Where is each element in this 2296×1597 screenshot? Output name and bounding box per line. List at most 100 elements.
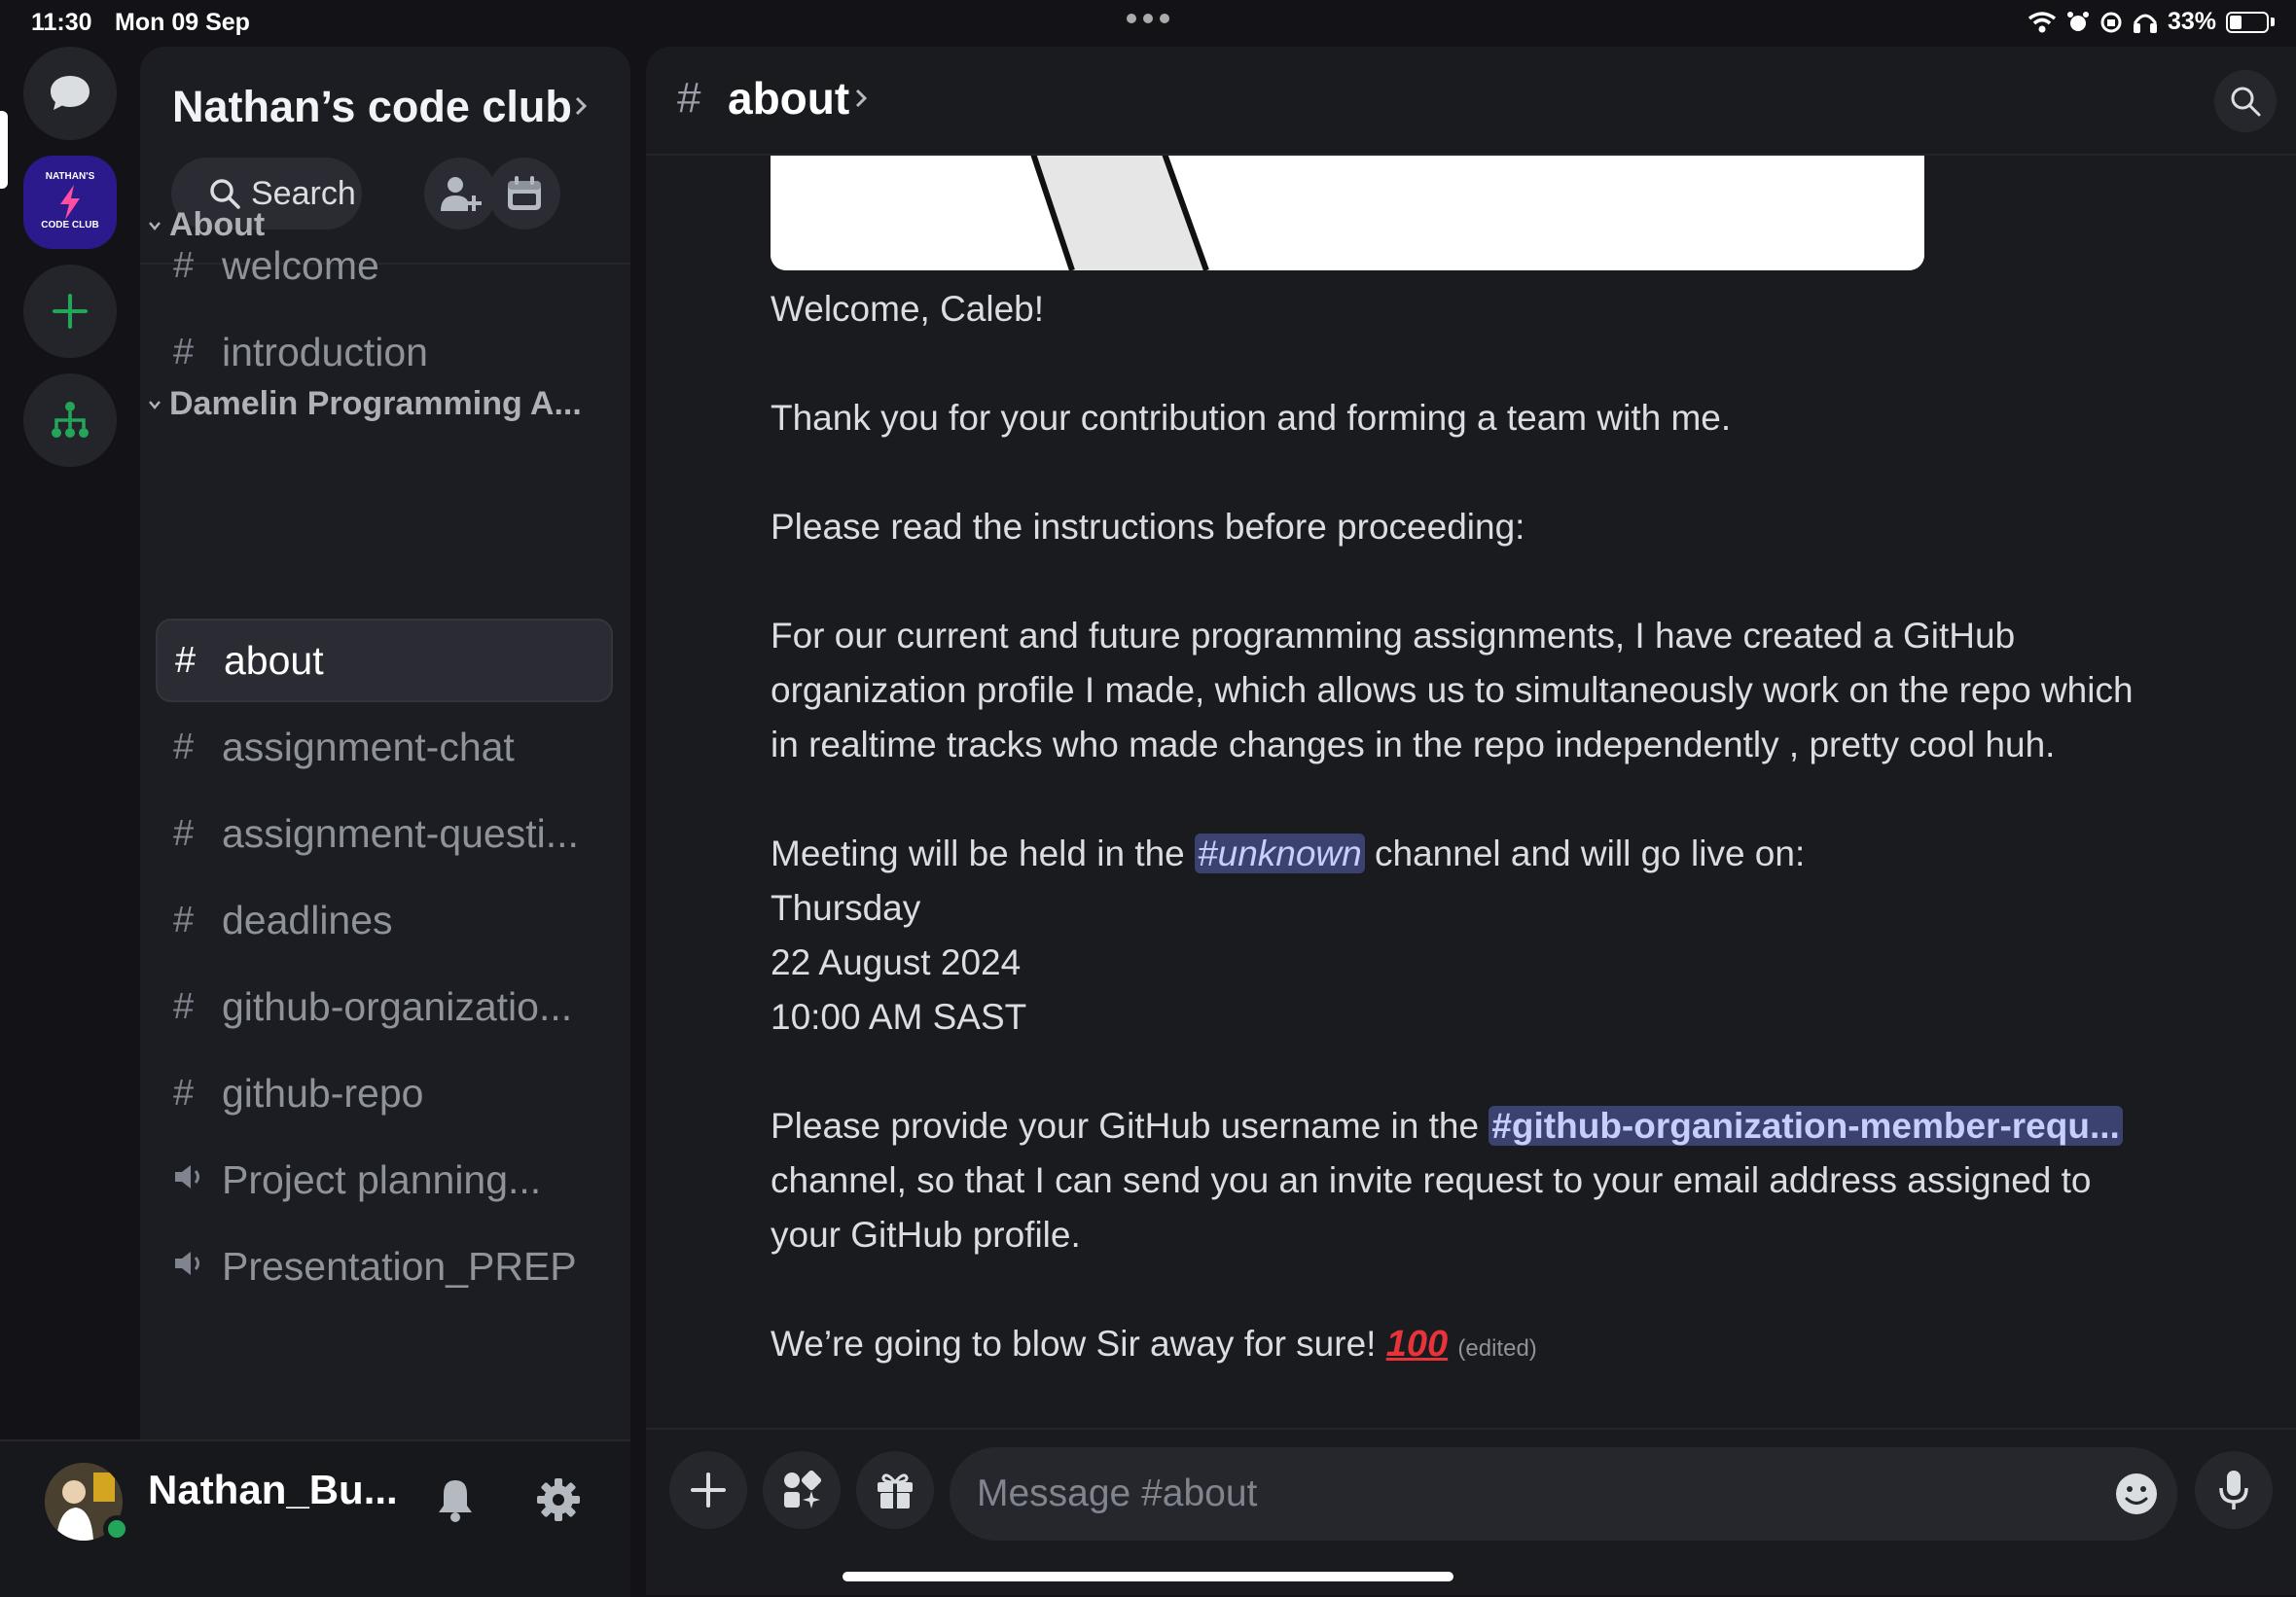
channel-label: introduction	[222, 329, 428, 374]
message-line: organization profile I made, which allow…	[771, 670, 2134, 710]
home-indicator[interactable]	[843, 1572, 1453, 1581]
message-line: 10:00 AM SAST	[771, 997, 1027, 1037]
server-name[interactable]: Nathan’s code club	[172, 82, 572, 132]
channel-label: assignment-chat	[222, 724, 515, 769]
edited-label: (edited)	[1457, 1335, 1537, 1362]
search-icon	[210, 179, 240, 209]
hundred-points-emoji: 100	[1385, 1324, 1449, 1365]
hash-icon: #	[677, 74, 701, 122]
message-line: your GitHub profile.	[771, 1215, 1081, 1255]
online-status-indicator	[103, 1515, 130, 1543]
attach-button[interactable]	[669, 1451, 747, 1529]
chevron-down-icon	[149, 400, 161, 409]
message-line: channel, so that I can send you an invit…	[771, 1160, 2092, 1200]
channel-welcome[interactable]: # welcome	[156, 224, 613, 307]
voice-channel-project-planning[interactable]: Project planning...	[156, 1138, 613, 1222]
voice-channel-presentation-prep[interactable]: Presentation_PREP	[156, 1224, 613, 1308]
channel-deadlines[interactable]: # deadlines	[156, 878, 613, 962]
chevron-right-icon[interactable]	[574, 95, 588, 117]
message-line: Thank you for your contribution and form…	[771, 398, 1732, 438]
message-line: Please provide your GitHub username in t…	[771, 1099, 2274, 1153]
channel-label: assignment-questi...	[222, 810, 579, 856]
server-logo-text-top: NATHAN'S	[45, 171, 95, 182]
category-damelin-programming[interactable]: Damelin Programming A...	[148, 385, 582, 423]
hash-icon: #	[175, 639, 197, 681]
active-server-indicator	[0, 111, 8, 189]
voice-message-button[interactable]	[2195, 1451, 2273, 1529]
channel-github-repo[interactable]: # github-repo	[156, 1051, 613, 1135]
battery-icon	[2226, 11, 2269, 33]
search-messages-button[interactable]	[2214, 70, 2277, 132]
alarm-icon	[2066, 11, 2089, 31]
add-user-icon	[441, 177, 482, 211]
chat-bubble-icon	[51, 76, 90, 110]
channel-assignment-chat[interactable]: # assignment-chat	[156, 705, 613, 789]
hash-icon: #	[173, 726, 195, 767]
message-line: Thursday	[771, 888, 921, 928]
apps-icon	[784, 1470, 822, 1508]
message-line: For our current and future programming a…	[771, 616, 2016, 656]
channel-label: welcome	[222, 242, 379, 288]
message-input[interactable]: Message #about	[950, 1447, 2177, 1541]
username[interactable]: Nathan_Bu...	[148, 1467, 398, 1513]
message-composer: Message #about	[646, 1428, 2296, 1595]
rotation-lock-icon	[2100, 12, 2122, 32]
direct-messages-button[interactable]	[23, 47, 117, 140]
channel-label: github-organizatio...	[222, 983, 573, 1029]
channel-header: # about	[646, 47, 2296, 156]
emoji-icon[interactable]	[2113, 1471, 2160, 1517]
gear-icon[interactable]	[535, 1476, 582, 1523]
hash-icon: #	[173, 244, 195, 286]
hash-icon: #	[173, 331, 195, 373]
microphone-icon	[2219, 1471, 2248, 1509]
chevron-right-icon[interactable]	[854, 88, 868, 109]
channel-mention-unknown[interactable]: #unknown	[1195, 834, 1365, 873]
channel-sidebar: Nathan’s code club Search About # welcom	[140, 47, 630, 1439]
status-date: Mon 09 Sep	[115, 9, 250, 36]
channel-label: about	[224, 637, 324, 683]
calendar-icon	[508, 176, 541, 210]
channel-label: deadlines	[222, 897, 393, 942]
discover-servers-button[interactable]	[23, 373, 117, 467]
channel-about[interactable]: # about	[156, 619, 613, 702]
message-line: Please read the instructions before proc…	[771, 507, 1525, 547]
server-rail: NATHAN'S CODE CLUB	[0, 47, 140, 1439]
invite-members-button[interactable]	[424, 158, 496, 230]
message-line: Welcome, Caleb!	[771, 289, 1045, 329]
hash-icon: #	[173, 812, 195, 854]
meeting-suffix: channel and will go live on:	[1375, 834, 1806, 873]
message-image-attachment[interactable]	[771, 154, 1924, 270]
add-server-button[interactable]	[23, 265, 117, 358]
hash-icon: #	[173, 1072, 195, 1114]
message-placeholder: Message #about	[977, 1473, 1258, 1514]
message-content: Welcome, Caleb! Thank you for your contr…	[771, 282, 2274, 1376]
headphones-icon	[2133, 14, 2157, 33]
channel-mention-github-organization[interactable]: #github-organization-member-requ...	[1489, 1106, 2123, 1146]
channel-title[interactable]: about	[728, 72, 849, 124]
gift-button[interactable]	[856, 1451, 934, 1529]
channel-introduction[interactable]: # introduction	[156, 310, 613, 394]
channel-github-organization[interactable]: # github-organizatio...	[156, 965, 613, 1048]
battery-percent: 33%	[2167, 8, 2216, 35]
multitasking-dots-icon[interactable]	[1125, 12, 1171, 25]
chat-area: # about Welcome, Caleb! Thank you for yo…	[646, 47, 2296, 1595]
channel-assignment-questions[interactable]: # assignment-questi...	[156, 792, 613, 875]
apps-button[interactable]	[763, 1451, 841, 1529]
search-icon	[2231, 87, 2261, 117]
message-line: We’re going to blow Sir away for sure! 1…	[771, 1317, 2274, 1376]
message-line: in realtime tracks who made changes in t…	[771, 725, 2056, 764]
events-button[interactable]	[488, 158, 560, 230]
message-line: Meeting will be held in the #unknown cha…	[771, 827, 2274, 881]
status-time: 11:30	[31, 9, 92, 36]
plus-icon	[53, 294, 88, 329]
hash-icon: #	[173, 985, 195, 1027]
gift-icon	[878, 1473, 913, 1508]
search-label: Search	[251, 174, 356, 212]
lightning-logo-icon	[60, 185, 80, 220]
bell-icon[interactable]	[436, 1476, 475, 1523]
closing-text: We’re going to blow Sir away for sure!	[771, 1324, 1377, 1364]
meeting-prefix: Meeting will be held in the	[771, 834, 1185, 873]
speaker-icon	[173, 1246, 222, 1288]
server-icon-nathans-code-club[interactable]: NATHAN'S CODE CLUB	[23, 156, 117, 249]
channel-label: Presentation_PREP	[222, 1243, 577, 1289]
